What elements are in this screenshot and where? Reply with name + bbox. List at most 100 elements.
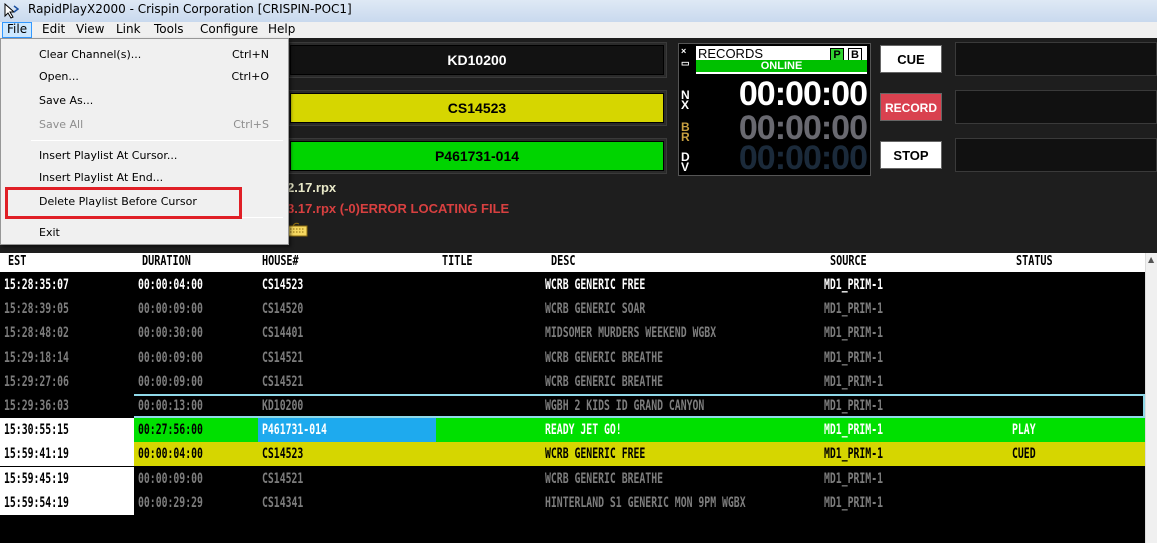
records-header: RECORDS P B ONLINE <box>696 46 867 74</box>
playlist-grid: EST DURATION HOUSE# TITLE DESC SOURCE ST… <box>0 253 1157 543</box>
cell-duration: 00:00:30:00 <box>138 325 203 342</box>
cell-house: CS14523 <box>262 446 304 463</box>
stop-button[interactable]: STOP <box>880 141 942 169</box>
cell-est: 15:29:36:03 <box>4 398 69 414</box>
menu-configure[interactable]: Configure <box>196 22 262 38</box>
menu-item-open[interactable]: Open... Ctrl+O <box>2 67 287 87</box>
col-status[interactable]: STATUS <box>1016 254 1053 269</box>
cell-desc: WCRB GENERIC BREATHE <box>545 373 664 390</box>
next-item-bar[interactable]: KD10200 <box>290 45 664 75</box>
cell-desc: WCRB GENERIC FREE <box>545 277 646 293</box>
table-row[interactable]: 15:30:55:15 00:27:56:00 P461731-014 READY J… <box>0 418 1145 443</box>
menu-view[interactable]: View <box>72 22 108 38</box>
menu-item-save-all: Save All Ctrl+S <box>2 115 287 135</box>
menu-item-insert-at-end[interactable]: Insert Playlist At End... <box>2 168 287 188</box>
table-row[interactable]: 15:29:27:06 00:00:09:00 CS14521 WCRB GENERI… <box>0 369 1145 394</box>
menu-item-label: Save As... <box>39 94 94 107</box>
cell-desc: WCRB GENERIC BREATHE <box>545 470 664 487</box>
col-title[interactable]: TITLE <box>442 254 473 269</box>
records-label: RECORDS <box>698 46 764 61</box>
cell-source: MD1_PRIM-1 <box>824 277 884 293</box>
cell-desc: WCRB GENERIC BREATHE <box>545 349 664 366</box>
timer-nx: 00:00:00 <box>738 75 868 113</box>
table-row[interactable]: 15:29:36:03 00:00:13:00 KD10200 WGBH 2 KIDS… <box>0 394 1145 418</box>
cue-button[interactable]: CUE <box>880 45 942 73</box>
cell-duration: 00:00:09:00 <box>138 470 203 487</box>
status-message-1: 2.17.rpx <box>287 180 337 195</box>
scroll-up-icon[interactable]: ▲ <box>1148 255 1154 264</box>
cell-house: P461731-014 <box>262 422 327 439</box>
cell-duration: 00:00:09:00 <box>138 349 203 366</box>
cell-house: CS14520 <box>262 301 304 318</box>
cell-est: 15:28:35:07 <box>4 277 69 293</box>
cell-est: 15:28:48:02 <box>4 325 69 342</box>
menu-item-clear-channels[interactable]: Clear Channel(s)... Ctrl+N <box>2 45 287 65</box>
menu-edit[interactable]: Edit <box>38 22 69 38</box>
record-button[interactable]: RECORD <box>880 93 942 121</box>
col-est[interactable]: EST <box>8 254 26 269</box>
menu-item-shortcut: Ctrl+S <box>233 118 269 131</box>
cell-desc: WCRB GENERIC SOAR <box>545 301 646 318</box>
annotation-highlight-box <box>5 187 242 219</box>
menu-item-label: Exit <box>39 226 60 239</box>
menu-item-label: Insert Playlist At End... <box>39 171 164 184</box>
cell-house: CS14401 <box>262 325 304 342</box>
cued-item-bar[interactable]: CS14523 <box>290 93 664 123</box>
window-title: RapidPlayX2000 - Crispin Corporation [CR… <box>28 2 352 16</box>
table-row[interactable]: 15:29:18:14 00:00:09:00 CS14521 WCRB GENERI… <box>0 345 1145 370</box>
table-row[interactable]: 15:59:45:19 00:00:09:00 CS14521 WCRB GENERI… <box>0 466 1145 491</box>
menu-bar: File Edit View Link Tools Configure Help <box>0 22 1157 38</box>
cell-source: MD1_PRIM-1 <box>824 325 884 342</box>
menu-file[interactable]: File <box>2 22 33 38</box>
cell-duration: 00:00:09:00 <box>138 301 203 318</box>
table-row[interactable]: 15:59:54:19 00:00:29:29 CS14341 HINTERLAND … <box>0 490 1145 515</box>
col-source[interactable]: SOURCE <box>830 254 867 269</box>
cell-duration: 00:00:29:29 <box>138 494 203 511</box>
menu-item-label: Open... <box>39 70 79 83</box>
menu-item-save-as[interactable]: Save As... <box>2 91 287 111</box>
panel-restore-icon[interactable]: ▭ <box>681 58 691 68</box>
col-duration[interactable]: DURATION <box>142 254 191 269</box>
cell-duration: 00:00:04:00 <box>138 446 203 463</box>
menu-item-insert-at-cursor[interactable]: Insert Playlist At Cursor... <box>2 146 287 166</box>
menu-item-label: Insert Playlist At Cursor... <box>39 149 178 162</box>
menu-separator <box>31 140 283 141</box>
menu-item-exit[interactable]: Exit <box>2 223 287 243</box>
menu-item-label: Save All <box>39 118 84 131</box>
cell-est: 15:28:39:05 <box>4 301 69 318</box>
cell-est: 15:59:45:19 <box>4 470 69 487</box>
col-house[interactable]: HOUSE# <box>262 254 299 269</box>
cell-house: CS14523 <box>262 277 304 293</box>
status-message-2: 3.17.rpx (-0)ERROR LOCATING FILE <box>287 201 510 216</box>
cell-duration: 00:00:13:00 <box>138 398 203 414</box>
table-row[interactable]: 15:28:48:02 00:00:30:00 CS14401 MIDSOMER MU… <box>0 321 1145 346</box>
cell-status: CUED <box>1012 446 1036 463</box>
cell-desc: HINTERLAND S1 GENERIC MON 9PM WGBX <box>545 494 746 511</box>
panel-close-icon[interactable]: × <box>681 46 691 56</box>
col-desc[interactable]: DESC <box>551 254 575 269</box>
cell-source: MD1_PRIM-1 <box>824 349 884 366</box>
vertical-scrollbar[interactable]: ▲ <box>1145 253 1157 543</box>
nx-indicator: NX <box>681 88 690 112</box>
cell-status: PLAY <box>1012 422 1036 439</box>
table-row[interactable]: 15:28:35:07 00:00:04:00 CS14523 WCRB GENERI… <box>0 273 1145 297</box>
cell-desc: WCRB GENERIC FREE <box>545 446 646 463</box>
cell-duration: 00:00:04:00 <box>138 277 203 293</box>
records-panel: × ▭ RECORDS P B ONLINE NX BR DV 00:00:00… <box>678 43 871 176</box>
cell-desc: READY JET GO! <box>545 422 622 439</box>
menu-item-shortcut: Ctrl+O <box>231 70 269 83</box>
menu-help[interactable]: Help <box>264 22 299 38</box>
cell-source: MD1_PRIM-1 <box>824 422 884 439</box>
menu-item-shortcut: Ctrl+N <box>231 48 269 61</box>
right-slot-2 <box>955 90 1157 124</box>
table-row[interactable]: 15:28:39:05 00:00:09:00 CS14520 WCRB GENERI… <box>0 297 1145 322</box>
menu-tools[interactable]: Tools <box>150 22 188 38</box>
playing-item-bar[interactable]: P461731-014 <box>290 141 664 171</box>
cell-source: MD1_PRIM-1 <box>824 301 884 318</box>
cell-house: CS14341 <box>262 494 304 511</box>
menu-link[interactable]: Link <box>112 22 145 38</box>
right-slot-1 <box>955 42 1157 76</box>
cell-source: MD1_PRIM-1 <box>824 494 884 511</box>
table-row[interactable]: 15:59:41:19 00:00:04:00 CS14523 WCRB GENERI… <box>0 442 1145 467</box>
app-cursor-icon <box>4 3 19 19</box>
